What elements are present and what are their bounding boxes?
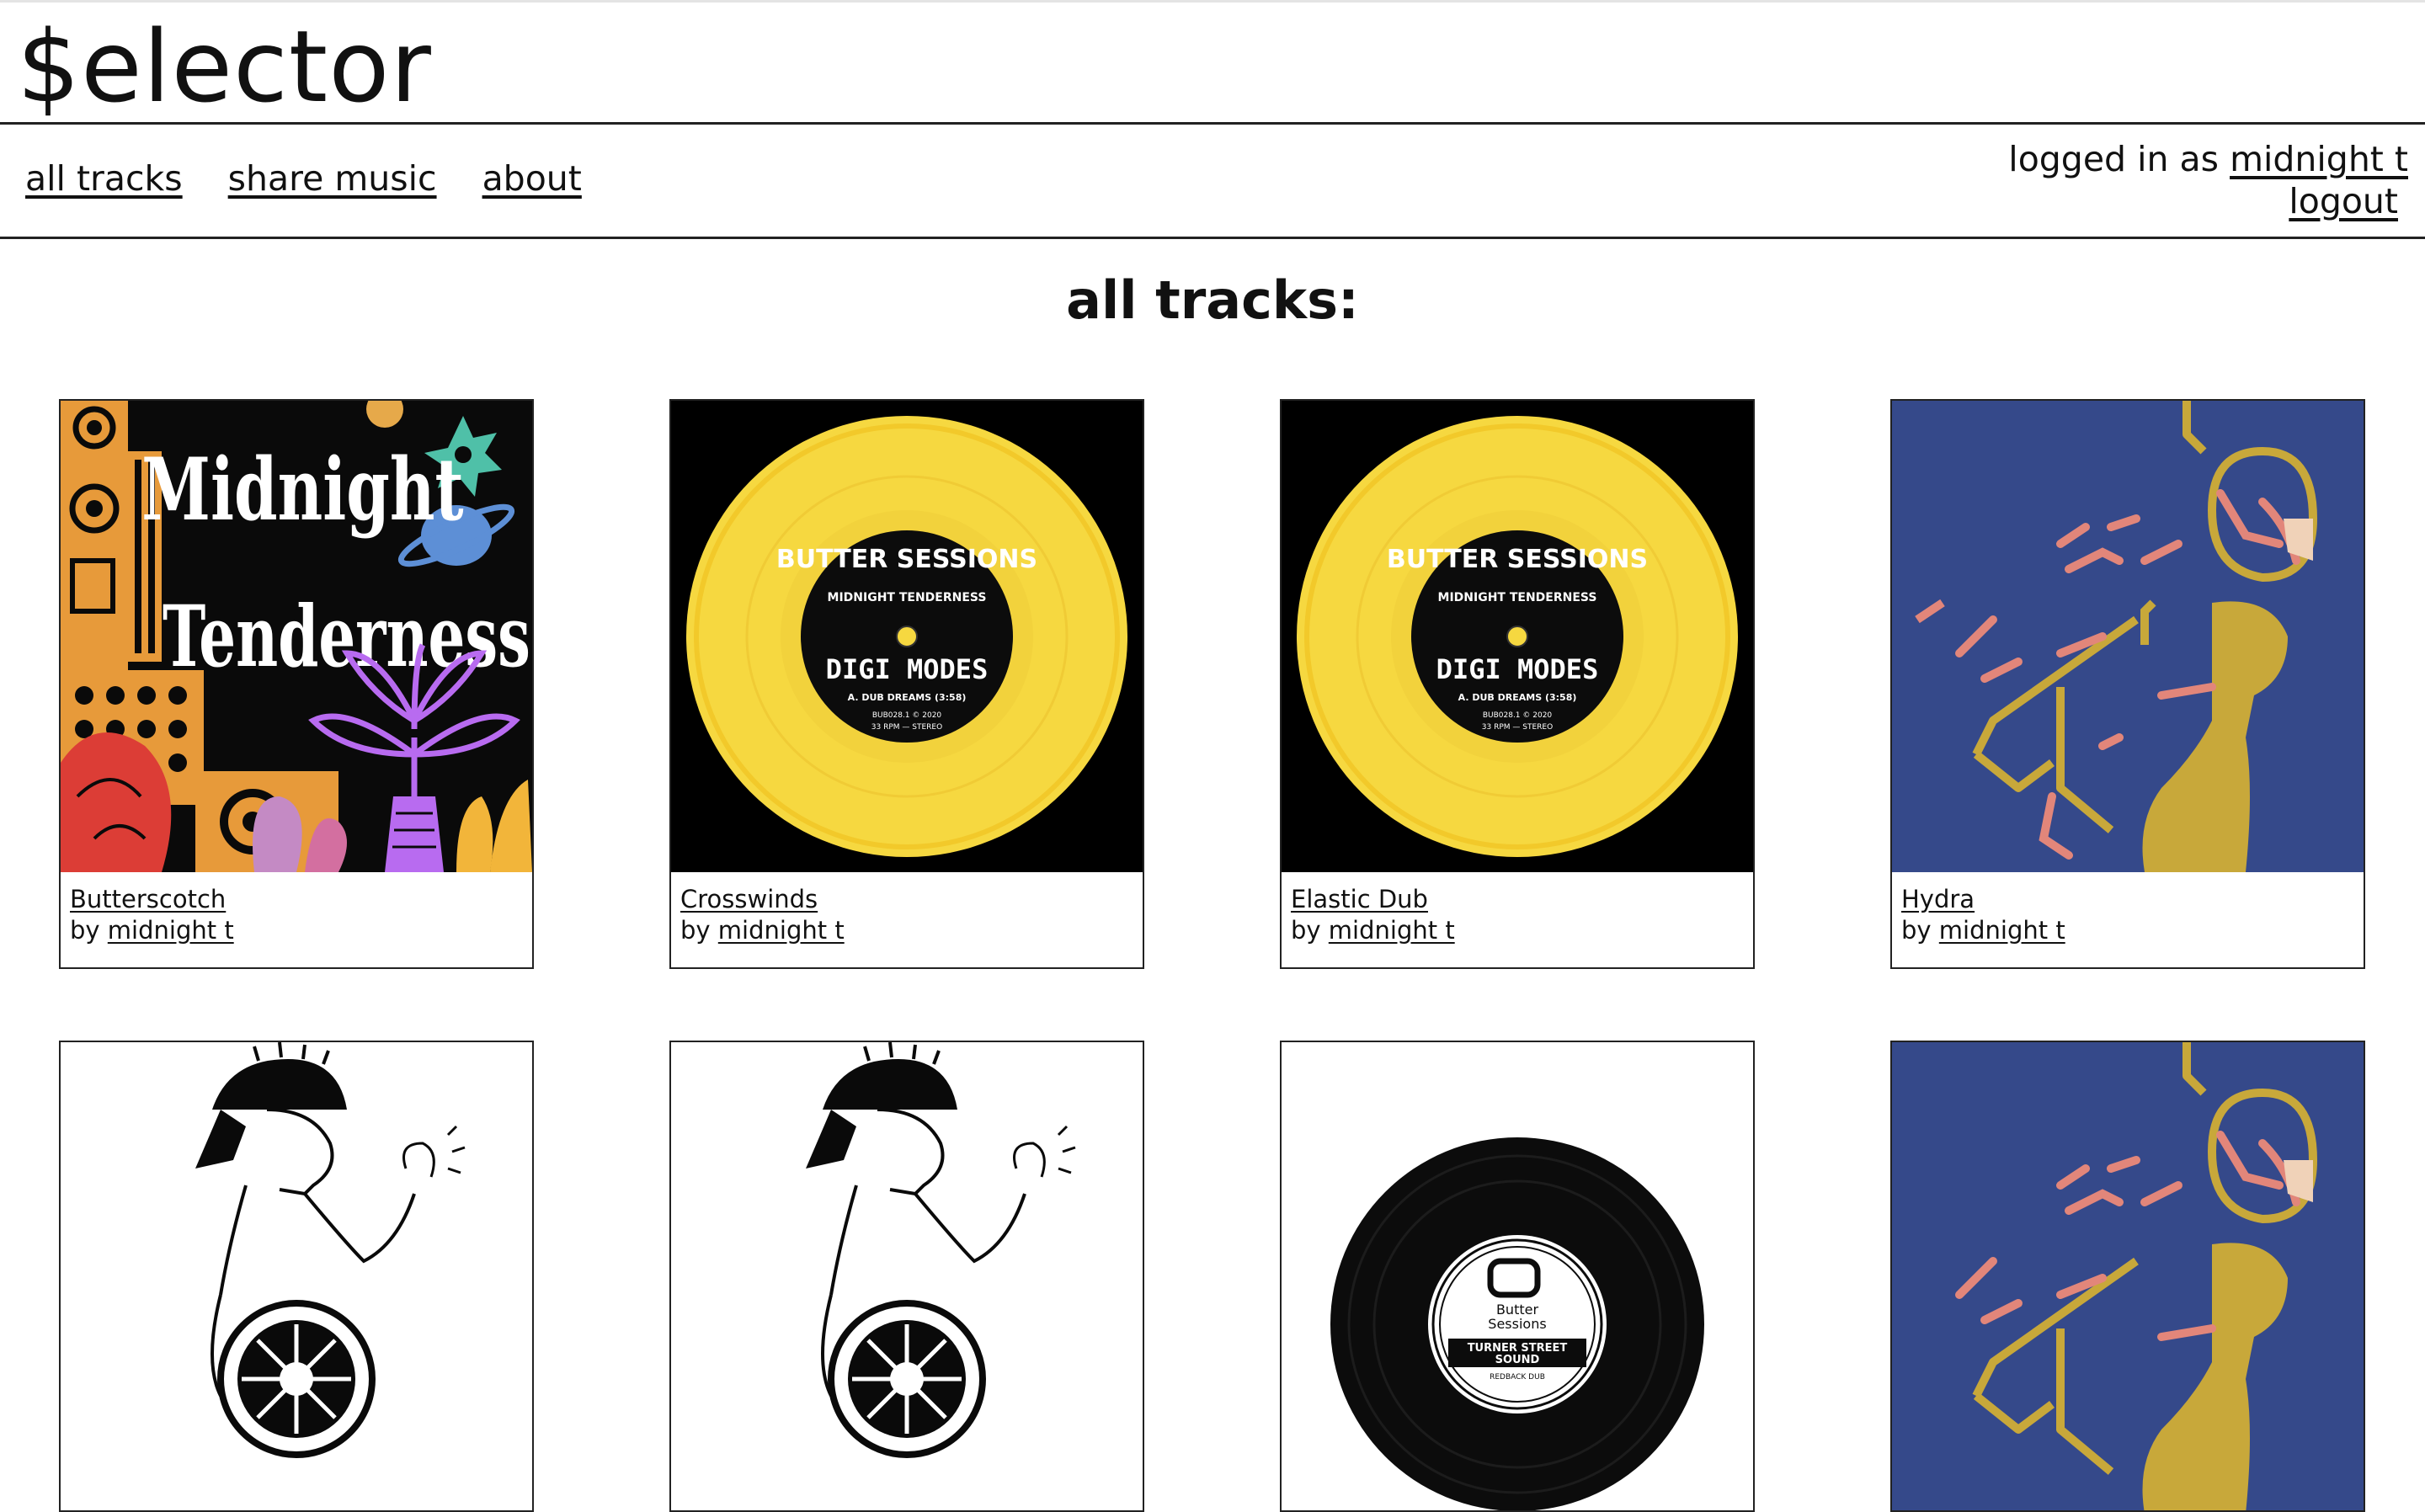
label-release: DIGI MODES [1436,653,1599,685]
by-label: by [1291,916,1321,945]
user-status: logged in as midnight t logout [2008,138,2408,222]
track-meta: Crosswinds by midnight t [680,884,845,946]
album-art[interactable]: Butter Sessions TURNER STREET SOUND REDB… [1282,1042,1753,1510]
track-card: BUTTER SESSIONS MIDNIGHT TENDERNESS DIGI… [669,399,1144,969]
label-catalog: BUB028.1 © 2020 [872,711,942,720]
nav-divider [0,237,2425,239]
label-catalog: BUB028.1 © 2020 [1483,711,1553,720]
main-nav: all tracks share music about [25,158,582,199]
top-border [0,0,2425,3]
album-art[interactable]: Midnight Tenderness [61,401,532,872]
nav-share-music[interactable]: share music [228,158,437,199]
artist-link[interactable]: midnight t [1939,916,2065,945]
track-card [1890,1041,2365,1512]
track-title-link[interactable]: Crosswinds [680,885,818,913]
yellow-vinyl-record: BUTTER SESSIONS MIDNIGHT TENDERNESS DIGI… [671,401,1143,872]
cover-title-line1: Midnight [141,439,463,541]
yellow-vinyl-record: BUTTER SESSIONS MIDNIGHT TENDERNESS DIGI… [1282,401,1753,872]
track-meta: Hydra by midnight t [1901,884,2065,946]
album-art[interactable]: BUTTER SESSIONS MIDNIGHT TENDERNESS DIGI… [1282,401,1753,872]
hydra-cover-art [1892,401,2364,872]
logout-link[interactable]: logout [2289,181,2398,221]
by-label: by [70,916,100,945]
track-card: Hydra by midnight t [1890,399,2365,969]
album-art[interactable] [1892,1042,2364,1510]
label-artist: MIDNIGHT TENDERNESS [828,591,987,604]
page-heading: all tracks: [1066,269,1359,331]
track-card [669,1041,1144,1512]
track-title-link[interactable]: Elastic Dub [1291,885,1428,913]
spartan-warrior-cover [671,1042,1143,1510]
artist-link[interactable]: midnight t [1329,916,1455,945]
by-label: by [680,916,711,945]
label-title-line1: TURNER STREET [1468,1342,1568,1355]
midnight-tenderness-cover: Midnight Tenderness [61,401,532,872]
label-ring-text: BUTTER SESSIONS [1387,545,1648,574]
logged-in-label: logged in as [2008,139,2220,179]
album-art[interactable] [1892,401,2364,872]
track-title-link[interactable]: Butterscotch [70,885,226,913]
nav-about[interactable]: about [482,158,582,199]
label-release: DIGI MODES [826,653,989,685]
label-track: A. DUB DREAMS (3:58) [848,692,967,703]
track-meta: Butterscotch by midnight t [70,884,234,946]
label-title-line2: SOUND [1495,1354,1540,1366]
hydra-cover-art [1892,1042,2364,1510]
black-vinyl-record: Butter Sessions TURNER STREET SOUND REDB… [1282,1042,1753,1510]
spartan-warrior-cover [61,1042,532,1510]
logged-in-line: logged in as midnight t [2008,138,2408,180]
artist-link[interactable]: midnight t [108,916,234,945]
site-brand[interactable]: $elector [17,12,432,121]
current-user-link[interactable]: midnight t [2230,139,2408,179]
album-art[interactable] [61,1042,532,1510]
label-brand-line2: Sessions [1488,1316,1546,1332]
label-ring-text: BUTTER SESSIONS [776,545,1037,574]
track-card: Midnight Tenderness Butterscotch by midn… [59,399,534,969]
label-speed: 33 RPM — STEREO [871,723,942,732]
track-card [59,1041,534,1512]
artist-link[interactable]: midnight t [718,916,845,945]
track-card: Butter Sessions TURNER STREET SOUND REDB… [1280,1041,1755,1512]
label-artist: MIDNIGHT TENDERNESS [1438,591,1597,604]
label-subtitle: REDBACK DUB [1490,1373,1545,1382]
label-speed: 33 RPM — STEREO [1482,723,1553,732]
track-title-link[interactable]: Hydra [1901,885,1975,913]
cover-title-line2: Tenderness [163,588,530,687]
album-art[interactable]: BUTTER SESSIONS MIDNIGHT TENDERNESS DIGI… [671,401,1143,872]
header-divider [0,122,2425,125]
album-art[interactable] [671,1042,1143,1510]
nav-all-tracks[interactable]: all tracks [25,158,183,199]
track-meta: Elastic Dub by midnight t [1291,884,1455,946]
by-label: by [1901,916,1932,945]
label-track: A. DUB DREAMS (3:58) [1458,692,1577,703]
track-card: BUTTER SESSIONS MIDNIGHT TENDERNESS DIGI… [1280,399,1755,969]
